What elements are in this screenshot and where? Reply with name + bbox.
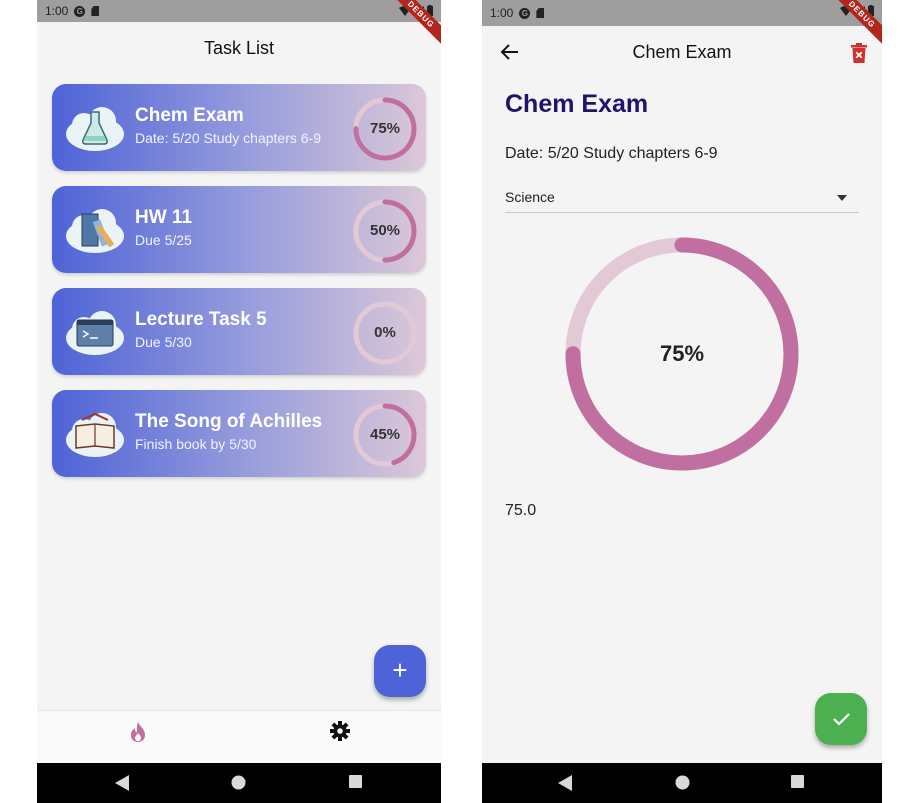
category-value: Science xyxy=(505,189,555,205)
status-time: 1:00 xyxy=(490,6,514,20)
progress-label: 45% xyxy=(369,426,401,443)
fire-icon[interactable] xyxy=(128,721,148,743)
task-title: Chem Exam xyxy=(505,90,649,118)
sd-card-icon xyxy=(536,8,545,18)
sd-card-icon xyxy=(91,6,100,16)
progress-value: 75.0 xyxy=(505,502,537,519)
nav-back-icon[interactable] xyxy=(115,775,129,791)
nav-back-icon[interactable] xyxy=(558,775,572,791)
nav-recents-icon[interactable] xyxy=(349,775,362,788)
system-nav-bar xyxy=(482,763,882,803)
status-bar: 1:00 G xyxy=(482,0,882,26)
delete-icon[interactable] xyxy=(851,43,867,63)
app-notification-icon: G xyxy=(74,5,86,17)
progress-label: 0% xyxy=(374,324,396,341)
terminal-cloud-icon xyxy=(66,311,124,355)
system-nav-bar xyxy=(37,763,441,803)
task-list-screen: 1:00 G DEBUG Task List Chem Exam Date: 5… xyxy=(37,0,441,803)
task-title: Chem Exam xyxy=(135,105,244,126)
task-subtitle: Due 5/25 xyxy=(135,232,192,248)
task-detail-screen: 1:00 G DEBUG Chem Exam Chem Exam Date: 5… xyxy=(482,0,882,803)
task-card[interactable]: HW 11 Due 5/25 50% xyxy=(52,186,426,273)
progress-label: 75% xyxy=(659,341,705,366)
task-card[interactable]: Chem Exam Date: 5/20 Study chapters 6-9 … xyxy=(52,84,426,171)
task-description: Date: 5/20 Study chapters 6-9 xyxy=(505,145,718,162)
task-subtitle: Date: 5/20 Study chapters 6-9 xyxy=(135,130,321,146)
status-time: 1:00 xyxy=(45,4,69,18)
task-title: HW 11 xyxy=(135,207,193,228)
flask-cloud-icon xyxy=(66,107,124,151)
task-title: The Song of Achilles xyxy=(135,411,323,432)
book-cloud-icon xyxy=(66,412,124,457)
books-cloud-icon xyxy=(66,209,124,253)
task-title: Lecture Task 5 xyxy=(135,309,267,330)
status-bar: 1:00 G xyxy=(37,0,441,22)
task-card[interactable]: The Song of Achilles Finish book by 5/30… xyxy=(52,390,426,477)
task-card[interactable]: Lecture Task 5 Due 5/30 0% xyxy=(52,288,426,375)
page-title: Task List xyxy=(203,38,275,58)
progress-label: 50% xyxy=(369,222,401,239)
add-task-button[interactable]: + xyxy=(374,645,426,697)
nav-recents-icon[interactable] xyxy=(791,775,804,788)
task-subtitle: Finish book by 5/30 xyxy=(135,436,257,452)
save-button[interactable] xyxy=(815,693,867,745)
nav-home-icon[interactable] xyxy=(231,775,246,790)
gear-icon[interactable] xyxy=(330,721,350,741)
app-notification-icon: G xyxy=(519,7,531,19)
check-icon xyxy=(833,713,850,726)
category-dropdown[interactable]: Science xyxy=(505,185,859,213)
app-bar-title: Chem Exam xyxy=(632,42,732,62)
dropdown-arrow-icon xyxy=(837,195,847,201)
bottom-navigation xyxy=(37,710,441,763)
task-subtitle: Due 5/30 xyxy=(135,334,192,350)
progress-label: 75% xyxy=(369,120,401,137)
nav-home-icon[interactable] xyxy=(675,775,690,790)
